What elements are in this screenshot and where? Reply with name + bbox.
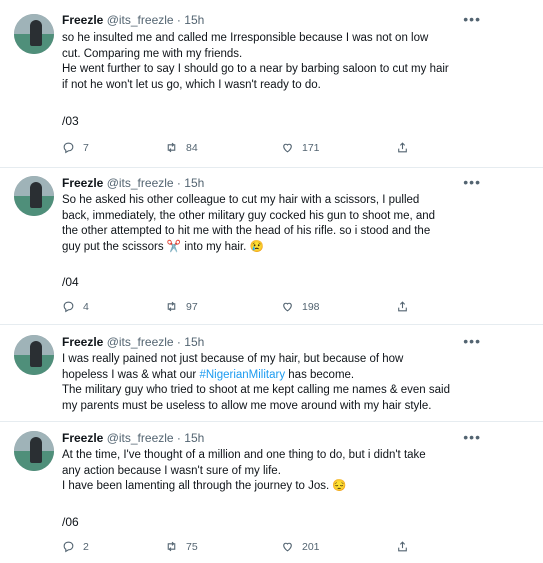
tweet-line: At the time, I've thought of a million a…	[62, 449, 426, 461]
tweet-line: I was really pained not just because of …	[62, 353, 404, 365]
like-button[interactable]: 198	[281, 300, 320, 313]
tweet-line: I have been lamenting all through the jo…	[62, 480, 347, 492]
tweet-line: He went further to say I should go to a …	[62, 63, 449, 75]
tweet-line: back, immediately, the other military gu…	[62, 209, 436, 222]
retweet-icon	[167, 301, 176, 312]
share-icon	[398, 301, 407, 312]
retweet-count: 75	[186, 540, 198, 553]
retweet-count: 84	[186, 141, 198, 154]
tweet-line: the other attempted to hit me with the h…	[62, 225, 431, 237]
tweet-actions: 7 84 171	[62, 141, 422, 157]
like-count: 171	[302, 141, 320, 154]
more-icon[interactable]: •••	[463, 429, 481, 445]
author-handle[interactable]: @its_freezle	[107, 176, 174, 190]
tweet-time[interactable]: 15h	[184, 335, 204, 349]
tweet-line: The military guy who tried to shoot at m…	[62, 384, 450, 396]
tweet-line: hopeless I was & what our #NigerianMilit…	[62, 368, 482, 384]
author-name[interactable]: Freezle	[62, 431, 103, 445]
author-name[interactable]: Freezle	[62, 13, 103, 27]
reply-count: 7	[83, 141, 89, 154]
avatar[interactable]	[14, 14, 54, 54]
separator	[0, 421, 543, 422]
retweet-icon	[167, 142, 176, 153]
tweet-line: guy put the scissors ✂️ into my hair. 😢	[62, 240, 264, 253]
like-count: 201	[302, 540, 320, 553]
share-button[interactable]	[396, 300, 409, 313]
avatar[interactable]	[14, 335, 54, 375]
like-icon	[283, 143, 292, 153]
thread-number: /06	[62, 515, 79, 529]
tweet-line-part: hopeless I was & what our	[62, 368, 200, 381]
reply-count: 4	[83, 300, 89, 313]
reply-button[interactable]: 7	[62, 141, 89, 154]
author-name[interactable]: Freezle	[62, 176, 103, 190]
reply-button[interactable]: 2	[62, 540, 89, 553]
tweet-line: so he insulted me and called me Irrespon…	[62, 32, 429, 44]
separator	[0, 324, 543, 325]
tweet-actions: 4 97 198	[62, 300, 422, 316]
author-handle[interactable]: @its_freezle	[107, 13, 174, 27]
like-count: 198	[302, 300, 320, 313]
reply-button[interactable]: 4	[62, 300, 89, 313]
like-icon	[283, 302, 292, 312]
separator	[0, 167, 543, 168]
share-button[interactable]	[396, 141, 409, 154]
tweet-text: So he asked his other colleague to cut m…	[62, 193, 482, 255]
tweet-time[interactable]: 15h	[184, 431, 204, 445]
reply-icon	[63, 541, 74, 553]
tweet-header: Freezle @its_freezle · 15h	[62, 335, 205, 349]
share-icon	[398, 541, 407, 552]
more-icon[interactable]: •••	[463, 333, 481, 349]
tweet-line: if not he won't let us go, which I wasn'…	[62, 78, 321, 91]
reply-icon	[63, 142, 74, 154]
like-button[interactable]: 171	[281, 141, 320, 154]
tweet-actions: 2 75 201	[62, 540, 422, 556]
retweet-button[interactable]: 75	[165, 540, 198, 553]
tweet-header: Freezle @its_freezle · 15h	[62, 176, 205, 190]
tweet-line: cut. Comparing me with my friends.	[62, 47, 243, 60]
tweet-line: So he asked his other colleague to cut m…	[62, 194, 420, 206]
avatar[interactable]	[14, 176, 54, 216]
share-button[interactable]	[396, 540, 409, 553]
tweet-time[interactable]: 15h	[184, 13, 204, 27]
more-icon[interactable]: •••	[463, 174, 481, 190]
author-handle[interactable]: @its_freezle	[107, 335, 174, 349]
share-icon	[398, 142, 407, 153]
tweet-line: any action because I wasn't sure of my l…	[62, 464, 281, 477]
hashtag-link[interactable]: #NigerianMilitary	[199, 369, 285, 381]
tweet-text: I was really pained not just because of …	[62, 352, 482, 414]
tweet-text: At the time, I've thought of a million a…	[62, 448, 482, 495]
like-button[interactable]: 201	[281, 540, 320, 553]
retweet-button[interactable]: 97	[165, 300, 198, 313]
tweet-time[interactable]: 15h	[184, 176, 204, 190]
retweet-icon	[167, 541, 176, 552]
tweet-line-part: has become.	[285, 368, 355, 381]
like-icon	[283, 542, 292, 552]
reply-icon	[63, 301, 74, 313]
tweet-header: Freezle @its_freezle · 15h	[62, 431, 205, 445]
tweet-header: Freezle @its_freezle · 15h	[62, 13, 205, 27]
tweet-text: so he insulted me and called me Irrespon…	[62, 31, 482, 93]
thread-number: /04	[62, 275, 79, 289]
retweet-count: 97	[186, 300, 198, 313]
reply-count: 2	[83, 540, 89, 553]
retweet-button[interactable]: 84	[165, 141, 198, 154]
more-icon[interactable]: •••	[463, 11, 481, 27]
thread-number: /03	[62, 114, 79, 128]
avatar[interactable]	[14, 431, 54, 471]
tweet-line: my parents must be useless to allow me m…	[62, 399, 432, 412]
author-name[interactable]: Freezle	[62, 335, 103, 349]
author-handle[interactable]: @its_freezle	[107, 431, 174, 445]
